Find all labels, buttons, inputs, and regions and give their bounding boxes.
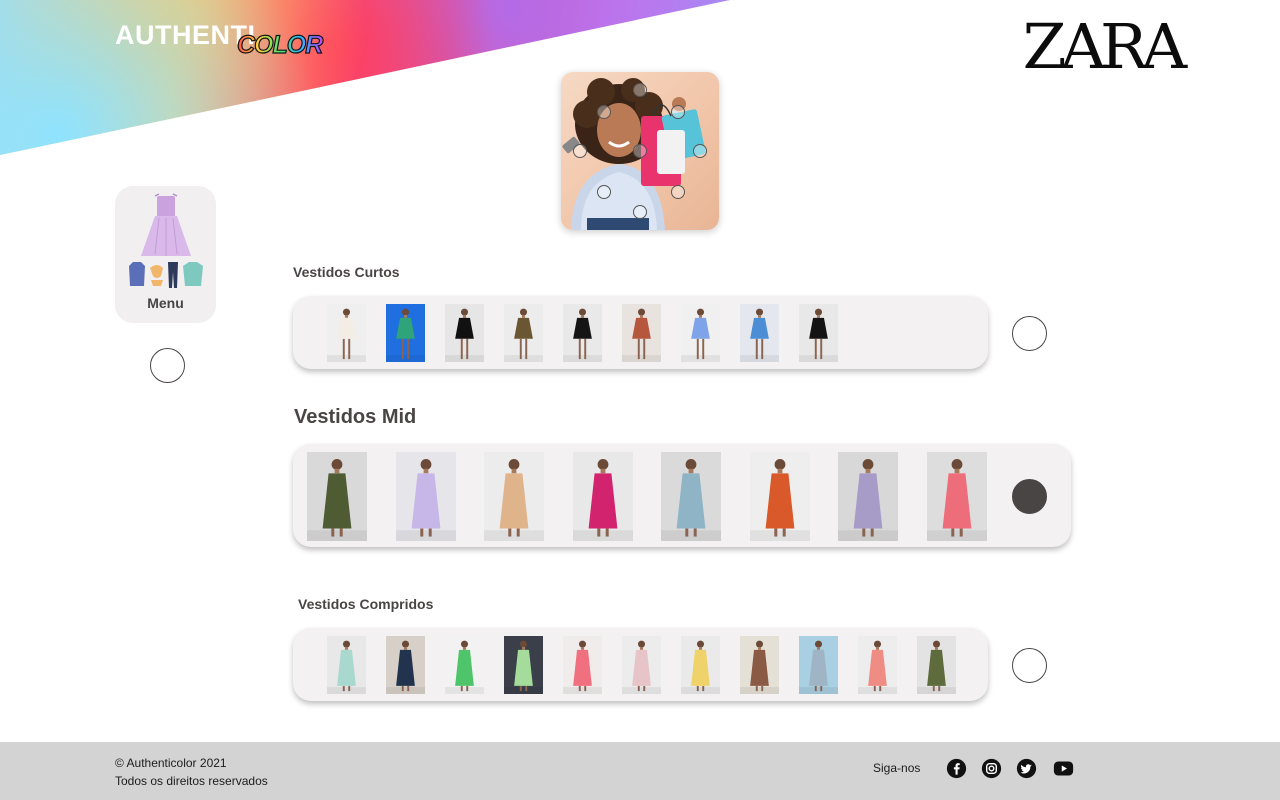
dress-thumbnail[interactable] [445, 304, 484, 362]
dress-thumbnail[interactable] [573, 452, 633, 541]
section-title-vestidos-mid: Vestidos Mid [294, 406, 417, 428]
page: AUTHENTI COLOR ZARA Menu Vestidos Curtos… [0, 0, 1280, 800]
dress-thumbnail[interactable] [504, 636, 543, 694]
dress-thumbnail[interactable] [484, 452, 544, 541]
hotspot[interactable] [597, 185, 611, 199]
section-title-vestidos-curtos: Vestidos Curtos [293, 264, 400, 280]
instagram-icon[interactable] [981, 758, 1002, 779]
follow-label: Siga-nos [873, 761, 921, 775]
dress-thumbnail[interactable] [622, 304, 661, 362]
dress-thumbnail[interactable] [799, 304, 838, 362]
dress-thumbnail[interactable] [681, 304, 720, 362]
logo-text-color: COLOR [236, 30, 323, 59]
dress-thumbnail[interactable] [307, 452, 367, 541]
menu-button[interactable]: Menu [115, 186, 216, 323]
clothing-menu-icon [129, 193, 203, 288]
dress-thumbnail[interactable] [917, 636, 956, 694]
section-title-vestidos-compridos: Vestidos Compridos [298, 596, 434, 612]
hotspot[interactable] [633, 144, 647, 158]
dress-thumbnail[interactable] [740, 304, 779, 362]
hotspot[interactable] [671, 185, 685, 199]
hotspot[interactable] [633, 83, 647, 97]
dress-thumbnail[interactable] [396, 452, 456, 541]
carousel-vestidos-curtos [293, 296, 988, 369]
copyright-text: © Authenticolor 2021 [115, 756, 227, 770]
dress-thumbnail[interactable] [622, 636, 661, 694]
menu-radio-button[interactable] [150, 348, 185, 383]
dress-thumbnail[interactable] [563, 304, 602, 362]
twitter-icon[interactable] [1016, 758, 1037, 779]
dress-thumbnail[interactable] [858, 636, 897, 694]
dress-thumbnail[interactable] [504, 304, 543, 362]
dress-thumbnail[interactable] [927, 452, 987, 541]
dress-thumbnail[interactable] [386, 636, 425, 694]
facebook-icon[interactable] [946, 758, 967, 779]
hotspot[interactable] [573, 144, 587, 158]
dress-thumbnail[interactable] [838, 452, 898, 541]
select-vestidos-curtos-button[interactable] [1012, 316, 1047, 351]
select-vestidos-compridos-button[interactable] [1012, 648, 1047, 683]
zara-logo[interactable]: ZARA [1023, 14, 1188, 80]
hotspot[interactable] [633, 205, 647, 219]
dress-thumbnail[interactable] [327, 636, 366, 694]
menu-label: Menu [147, 295, 184, 311]
dress-thumbnail[interactable] [740, 636, 779, 694]
footer: © Authenticolor 2021 Todos os direitos r… [0, 742, 1280, 800]
select-vestidos-mid-button[interactable] [1012, 479, 1047, 514]
hero-photo [561, 72, 719, 230]
rights-text: Todos os direitos reservados [115, 774, 268, 788]
hotspot[interactable] [671, 105, 685, 119]
youtube-icon[interactable] [1052, 758, 1075, 779]
dress-thumbnail[interactable] [445, 636, 484, 694]
dress-thumbnail[interactable] [750, 452, 810, 541]
carousel-vestidos-mid [293, 444, 1071, 547]
dress-thumbnail[interactable] [661, 452, 721, 541]
carousel-vestidos-compridos [293, 628, 988, 701]
dress-thumbnail[interactable] [799, 636, 838, 694]
logo-text-authenti: AUTHENTI [115, 20, 256, 50]
hotspot[interactable] [693, 144, 707, 158]
dress-thumbnail[interactable] [681, 636, 720, 694]
dress-thumbnail[interactable] [563, 636, 602, 694]
dress-thumbnail[interactable] [327, 304, 366, 362]
hotspot[interactable] [597, 105, 611, 119]
dress-thumbnail[interactable] [386, 304, 425, 362]
